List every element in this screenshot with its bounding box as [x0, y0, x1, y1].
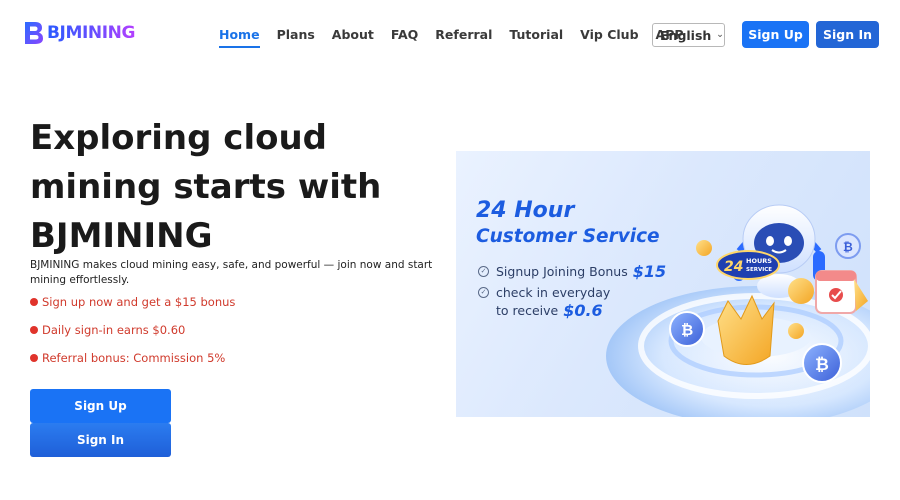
chevron-down-icon: ⌄ [716, 30, 724, 40]
banner-item2-text-line2: to receive [496, 303, 559, 318]
logo-mark-icon [25, 22, 43, 44]
crypto-coin-icon: ₿ [669, 311, 705, 347]
banner-illustration: 24 HOURS SERVICE ₿ ₿ ₿ [606, 204, 870, 417]
crypto-coin-icon: ₿ [802, 343, 842, 383]
svg-text:₿: ₿ [815, 355, 829, 375]
24-hours-badge: 24 HOURS SERVICE [716, 250, 780, 280]
language-select[interactable]: English ⌄ [652, 23, 725, 47]
header-signin-button[interactable]: Sign In [816, 21, 879, 48]
calendar-icon [815, 270, 857, 314]
list-item: Referral bonus: Commission 5% [30, 350, 235, 366]
hero-signup-button[interactable]: Sign Up [30, 389, 171, 423]
banner-item-checkin-reward: to receive $0.6 [496, 301, 603, 320]
language-label: English [660, 27, 712, 43]
banner-heading-line1: 24 Hour [476, 198, 575, 223]
nav-home[interactable]: Home [219, 27, 260, 48]
bullet-text: Daily sign-in earns $0.60 [42, 323, 186, 337]
svg-text:₿: ₿ [843, 240, 853, 254]
bullet-dot-icon [30, 354, 38, 362]
hero-title: Exploring cloud mining starts with BJMIN… [30, 118, 382, 256]
banner-item-checkin: ✓ check in everyday [478, 285, 610, 300]
check-circle-icon: ✓ [478, 287, 489, 298]
benefit-list: Sign up now and get a $15 bonus Daily si… [30, 294, 235, 378]
banner-item-signup: ✓ Signup Joining Bonus $15 [478, 262, 666, 281]
hero-description: BJMINING makes cloud mining easy, safe, … [30, 259, 433, 286]
bullet-dot-icon [30, 326, 38, 334]
list-item: Daily sign-in earns $0.60 [30, 322, 235, 338]
badge-number: 24 [724, 259, 743, 275]
badge-line2: SERVICE [746, 267, 772, 273]
svg-text:₿: ₿ [681, 321, 693, 339]
banner-item2-text-line1: check in everyday [496, 285, 611, 300]
banner-item1-amount: $15 [632, 262, 667, 281]
nav-referral[interactable]: Referral [435, 27, 492, 48]
check-circle-icon: ✓ [478, 266, 489, 277]
brand-logo[interactable]: BJMINING [23, 20, 135, 46]
brand-name: BJMINING [47, 23, 136, 43]
promo-banner[interactable]: 24 HOURS SERVICE ₿ ₿ ₿ 24 Hour Customer … [456, 151, 870, 417]
nav-tutorial[interactable]: Tutorial [509, 27, 563, 48]
nav-about[interactable]: About [332, 27, 374, 48]
bullet-text: Referral bonus: Commission 5% [42, 351, 226, 365]
list-item: Sign up now and get a $15 bonus [30, 294, 235, 310]
banner-item1-text: Signup Joining Bonus [496, 264, 628, 279]
bullet-text: Sign up now and get a $15 bonus [42, 295, 236, 309]
header-signup-button[interactable]: Sign Up [742, 21, 809, 48]
site-header: BJMINING Home Plans About FAQ Referral T… [0, 0, 900, 70]
main-nav: Home Plans About FAQ Referral Tutorial V… [219, 27, 701, 48]
nav-vip-club[interactable]: Vip Club [580, 27, 638, 48]
nav-plans[interactable]: Plans [277, 27, 315, 48]
badge-line1: HOURS [746, 257, 772, 265]
banner-item2-amount: $0.6 [563, 301, 603, 320]
banner-heading-line2: Customer Service [476, 226, 660, 247]
hero-signin-button[interactable]: Sign In [30, 423, 171, 457]
nav-faq[interactable]: FAQ [391, 27, 418, 48]
bullet-dot-icon [30, 298, 38, 306]
